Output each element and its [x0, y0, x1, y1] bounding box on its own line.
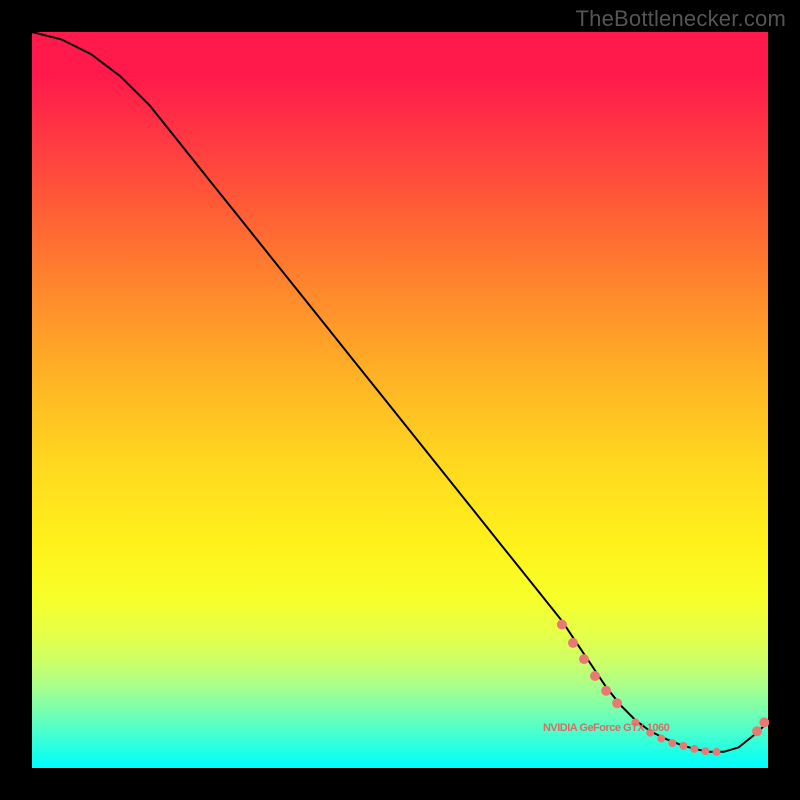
data-point	[668, 739, 676, 747]
data-point	[679, 742, 687, 750]
data-point	[657, 735, 665, 743]
bottleneck-curve	[32, 32, 768, 752]
chart-annotation: NVIDIA GeForce GTX 1060	[543, 722, 670, 734]
data-point	[601, 686, 611, 696]
data-point	[612, 698, 622, 708]
data-point	[690, 745, 698, 753]
watermark-text: TheBottlenecker.com	[576, 6, 786, 32]
data-point	[759, 717, 769, 727]
data-point	[568, 638, 578, 648]
annotation-group: NVIDIA GeForce GTX 1060	[543, 722, 670, 734]
data-point	[590, 671, 600, 681]
data-point	[701, 747, 709, 755]
data-point	[752, 726, 762, 736]
data-point	[579, 654, 589, 664]
data-point	[557, 620, 567, 630]
chart-svg: NVIDIA GeForce GTX 1060	[32, 32, 768, 768]
plot-area: NVIDIA GeForce GTX 1060	[32, 32, 768, 768]
marker-group	[557, 620, 769, 756]
chart-stage: TheBottlenecker.com NVIDIA GeForce GTX 1…	[0, 0, 800, 800]
data-point	[713, 748, 721, 756]
